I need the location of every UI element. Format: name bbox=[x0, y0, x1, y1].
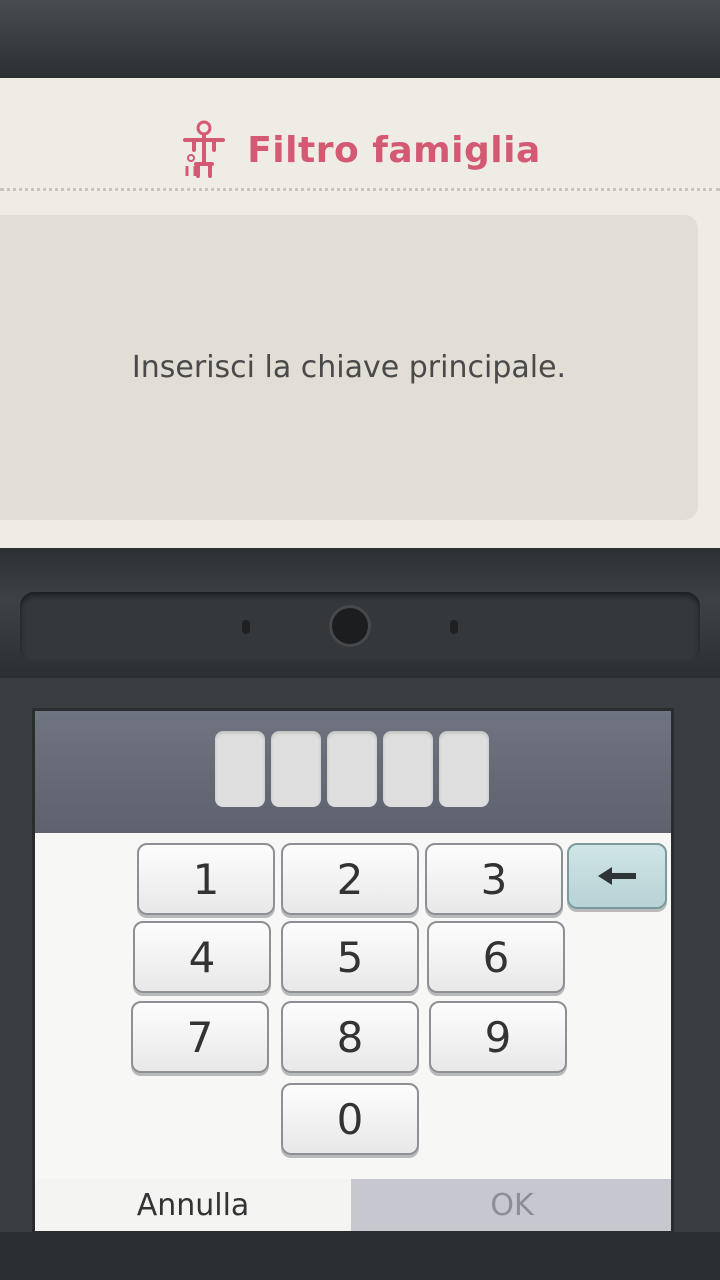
key-0[interactable]: 0 bbox=[281, 1083, 419, 1155]
pin-boxes bbox=[215, 731, 489, 807]
key-6[interactable]: 6 bbox=[427, 921, 565, 993]
pin-digit-1 bbox=[215, 731, 265, 807]
message-panel: Inserisci la chiave principale. bbox=[0, 215, 698, 520]
pin-digit-2 bbox=[271, 731, 321, 807]
arrow-left-icon bbox=[598, 867, 636, 885]
ok-button[interactable]: OK bbox=[353, 1179, 671, 1231]
pin-entry-area bbox=[35, 711, 671, 833]
key-1[interactable]: 1 bbox=[137, 843, 275, 915]
screen-header: Filtro famiglia bbox=[0, 110, 720, 190]
instruction-message: Inserisci la chiave principale. bbox=[131, 350, 567, 385]
pin-digit-3 bbox=[327, 731, 377, 807]
hinge-led-left bbox=[242, 620, 250, 634]
header-divider bbox=[0, 188, 720, 191]
action-bar: Annulla OK bbox=[35, 1179, 671, 1231]
key-9[interactable]: 9 bbox=[429, 1001, 567, 1073]
key-2[interactable]: 2 bbox=[281, 843, 419, 915]
touch-screen: 1 2 3 4 5 6 7 8 9 0 Annulla OK bbox=[32, 708, 674, 1234]
family-icon bbox=[183, 120, 226, 178]
backspace-button[interactable] bbox=[567, 843, 667, 909]
camera-lens bbox=[332, 608, 368, 644]
pin-digit-4 bbox=[383, 731, 433, 807]
page-title: Filtro famiglia bbox=[247, 129, 541, 171]
key-8[interactable]: 8 bbox=[281, 1001, 419, 1073]
key-3[interactable]: 3 bbox=[425, 843, 563, 915]
numeric-keypad: 1 2 3 4 5 6 7 8 9 0 bbox=[35, 833, 671, 1179]
console-bottom-bezel bbox=[0, 1232, 720, 1280]
key-7[interactable]: 7 bbox=[131, 1001, 269, 1073]
key-5[interactable]: 5 bbox=[281, 921, 419, 993]
pin-digit-5 bbox=[439, 731, 489, 807]
hinge-led-right bbox=[450, 620, 458, 634]
cancel-button[interactable]: Annulla bbox=[35, 1179, 353, 1231]
key-4[interactable]: 4 bbox=[133, 921, 271, 993]
console-top-bezel bbox=[0, 0, 720, 80]
